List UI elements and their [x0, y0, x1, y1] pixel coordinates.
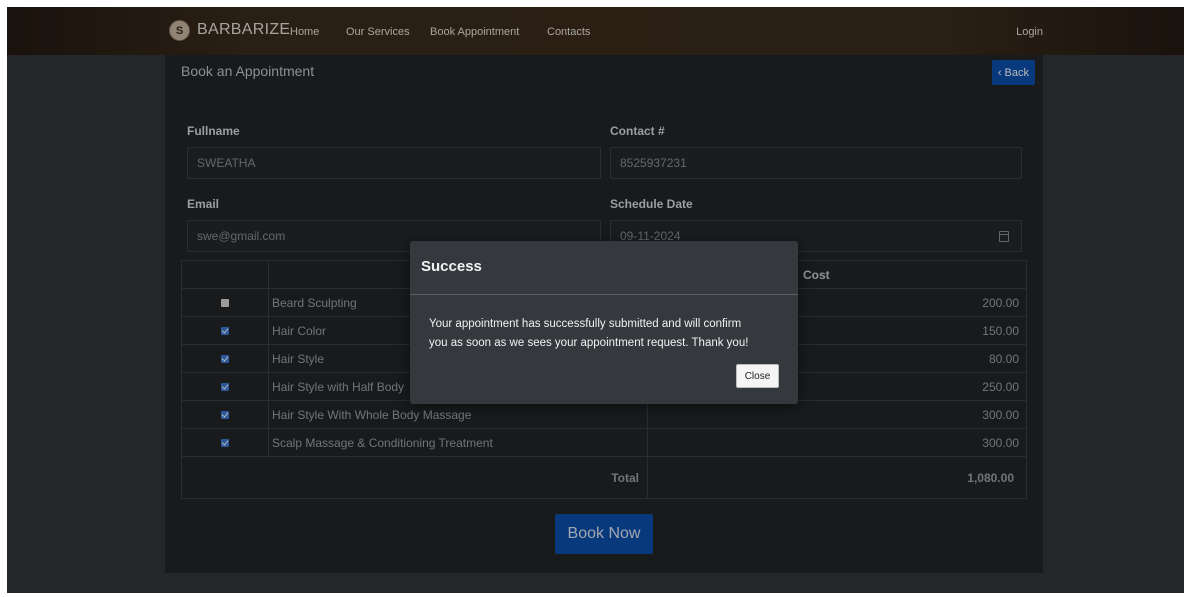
- close-button[interactable]: Close: [736, 364, 779, 388]
- modal-message: Your appointment has successfully submit…: [429, 315, 789, 353]
- modal-title: Success: [421, 258, 482, 275]
- modal-message-line-1: Your appointment has successfully submit…: [429, 318, 742, 330]
- app-screen: S BARBARIZE Home Our Services Book Appoi…: [7, 7, 1184, 593]
- success-modal: Success Your appointment has successfull…: [410, 241, 798, 404]
- modal-divider: [410, 294, 798, 295]
- modal-message-line-2: you as soon as we sees your appointment …: [429, 337, 749, 349]
